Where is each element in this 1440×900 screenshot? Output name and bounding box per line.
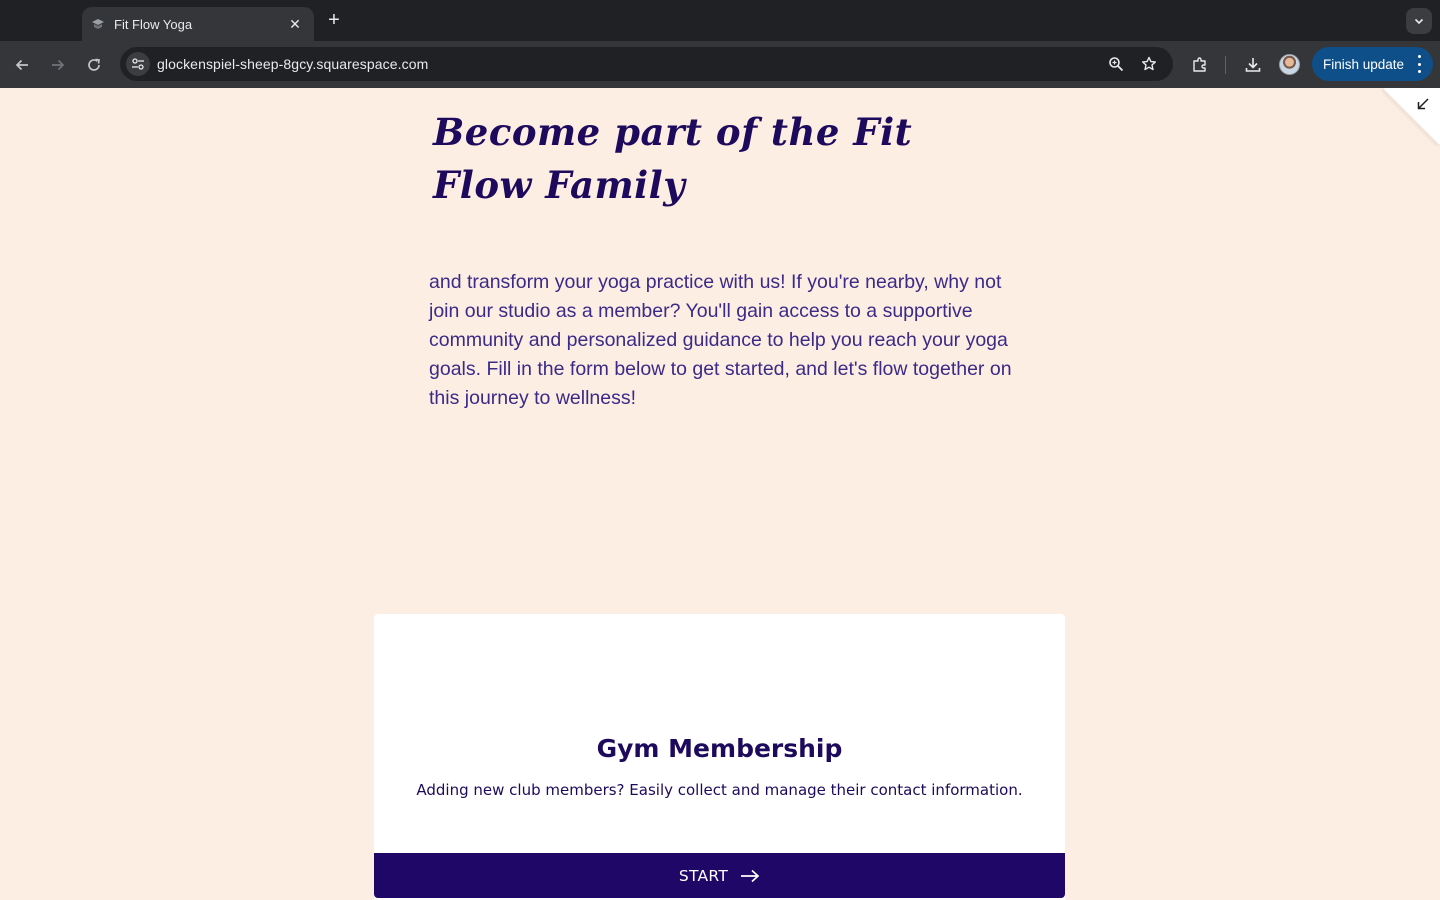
forward-icon[interactable]: [46, 53, 70, 77]
finish-update-label: Finish update: [1323, 56, 1405, 72]
profile-avatar[interactable]: [1279, 54, 1300, 75]
start-label: START: [678, 866, 729, 885]
finish-update-button[interactable]: Finish update: [1312, 47, 1433, 81]
collapse-arrow-icon[interactable]: [1415, 96, 1431, 112]
toolbar-divider: [1225, 56, 1226, 74]
url-text[interactable]: glockenspiel-sheep-8gcy.squarespace.com: [157, 56, 428, 72]
browser-toolbar: glockenspiel-sheep-8gcy.squarespace.com …: [0, 41, 1440, 88]
download-icon[interactable]: [1242, 54, 1264, 76]
start-button[interactable]: START: [374, 853, 1065, 898]
address-bar[interactable]: glockenspiel-sheep-8gcy.squarespace.com: [120, 47, 1173, 81]
page-content: Become part of the Fit Flow Family and t…: [0, 88, 1440, 900]
bookmark-star-icon[interactable]: [1140, 55, 1158, 73]
form-title: Gym Membership: [596, 734, 843, 763]
extensions-icon[interactable]: [1189, 54, 1211, 76]
site-info-icon[interactable]: [126, 52, 150, 76]
back-icon[interactable]: [10, 53, 34, 77]
browser-tabstrip: Fit Flow Yoga ✕ +: [0, 0, 1440, 41]
zoom-icon[interactable]: [1107, 55, 1125, 73]
close-tab-icon[interactable]: ✕: [286, 15, 304, 33]
corner-fold: [1382, 88, 1440, 146]
intro-paragraph: and transform your yoga practice with us…: [429, 271, 1012, 409]
tab-title: Fit Flow Yoga: [114, 16, 193, 32]
squarespace-icon: [90, 16, 106, 32]
new-tab-icon[interactable]: +: [323, 9, 345, 31]
arrow-right-icon: [741, 869, 760, 882]
page-heading: Become part of the Fit Flow Family: [433, 110, 913, 207]
more-icon[interactable]: [1417, 55, 1421, 73]
browser-tab[interactable]: Fit Flow Yoga ✕: [82, 7, 314, 41]
tab-search-chevron-icon[interactable]: [1406, 8, 1432, 34]
reload-icon[interactable]: [82, 53, 106, 77]
form-description: Adding new club members? Easily collect …: [416, 781, 1023, 799]
